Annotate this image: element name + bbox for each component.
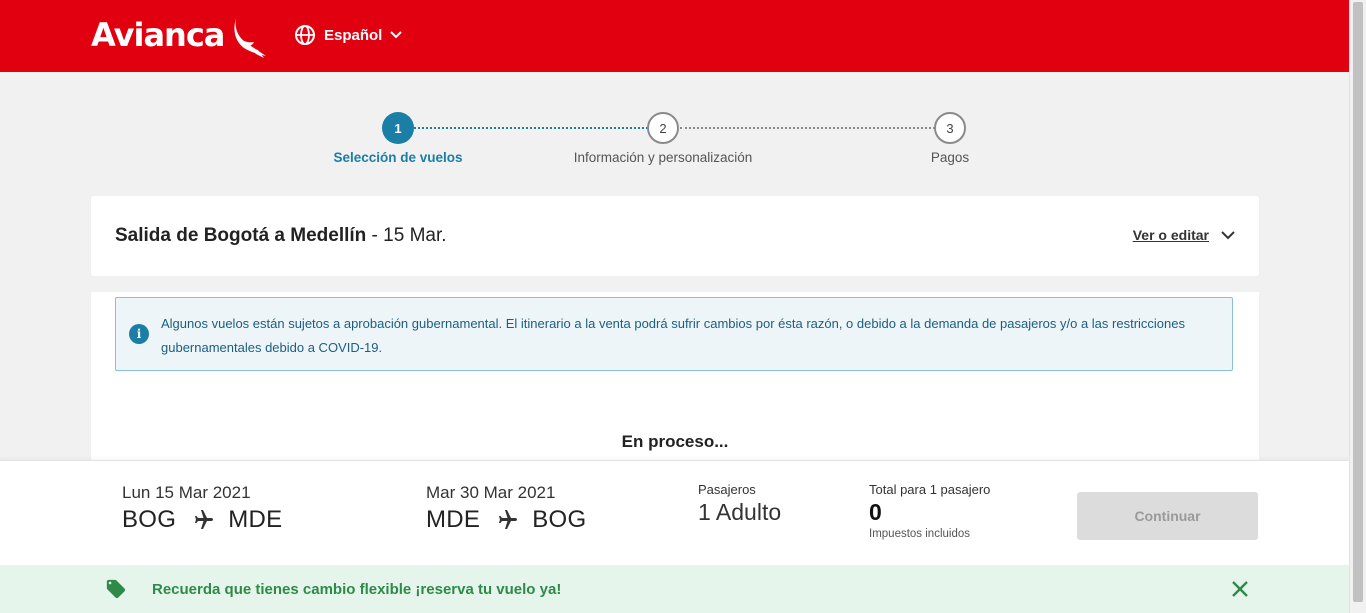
return-route: MDE BOG	[426, 506, 586, 534]
close-icon[interactable]	[1230, 579, 1250, 599]
passengers-summary: Pasajeros 1 Adulto	[698, 482, 781, 526]
total-summary: Total para 1 pasajero 0 Impuestos inclui…	[869, 482, 990, 540]
return-destination: BOG	[532, 506, 587, 533]
processing-status: En proceso...	[621, 432, 729, 451]
view-edit-button[interactable]: Ver o editar	[1133, 227, 1235, 243]
airplane-icon	[499, 510, 518, 529]
scrollbar-thumb[interactable]	[1353, 2, 1363, 602]
outbound-route: BOG MDE	[122, 506, 282, 534]
step-1-circle: 1	[382, 112, 414, 144]
outbound-leg: Lun 15 Mar 2021 BOG MDE	[122, 483, 282, 534]
bird-logo-icon	[234, 18, 267, 58]
continue-button[interactable]: Continuar	[1077, 492, 1258, 540]
step-1-label: Selección de vuelos	[333, 150, 463, 165]
alert-text: Algunos vuelos están sujetos a aprobació…	[161, 316, 1185, 355]
covid-info-alert: i Algunos vuelos están sujetos a aprobac…	[115, 297, 1233, 371]
flexible-change-banner: Recuerda que tienes cambio flexible ¡res…	[0, 565, 1349, 613]
info-icon: i	[129, 324, 149, 344]
globe-icon	[295, 25, 315, 45]
step-2-circle: 2	[647, 112, 679, 144]
top-header: Avianca Español	[0, 0, 1349, 72]
step-connector	[680, 127, 935, 129]
page-scrollbar[interactable]	[1349, 0, 1366, 613]
passengers-label: Pasajeros	[698, 482, 756, 497]
language-selector[interactable]: Español	[294, 24, 403, 46]
total-price: 0	[869, 499, 882, 525]
step-3-label: Pagos	[930, 150, 970, 165]
passengers-value: 1 Adulto	[698, 499, 782, 525]
flight-results-panel: i Algunos vuelos están sujetos a aprobac…	[91, 292, 1259, 462]
outbound-date: Lun 15 Mar 2021	[122, 483, 251, 502]
brand-name: Avianca	[91, 16, 225, 54]
booking-summary-bar: Lun 15 Mar 2021 BOG MDE Mar 30 Mar 2021 …	[0, 460, 1349, 565]
route-summary-card: Salida de Bogotá a Medellín - 15 Mar. Ve…	[91, 196, 1259, 276]
airplane-icon	[195, 510, 214, 529]
booking-stepper: 1 2 3 Selección de vuelos Información y …	[0, 112, 1349, 172]
step-connector	[414, 127, 648, 129]
chevron-down-icon	[1221, 230, 1235, 239]
return-leg: Mar 30 Mar 2021 MDE BOG	[426, 483, 586, 534]
taxes-note: Impuestos incluidos	[869, 528, 970, 540]
promo-text: Recuerda que tienes cambio flexible ¡res…	[152, 581, 562, 598]
return-origin: MDE	[426, 506, 481, 533]
outbound-origin: BOG	[122, 506, 177, 533]
total-label: Total para 1 pasajero	[869, 482, 991, 497]
avianca-logo[interactable]: Avianca	[91, 14, 268, 58]
tag-icon	[106, 579, 126, 599]
outbound-destination: MDE	[228, 506, 283, 533]
return-date: Mar 30 Mar 2021	[426, 483, 556, 502]
view-edit-label[interactable]: Ver o editar	[1133, 227, 1209, 243]
route-title: Salida de Bogotá a Medellín - 15 Mar.	[115, 225, 447, 246]
step-3-circle: 3	[934, 112, 966, 144]
step-2-label: Información y personalización	[573, 150, 753, 165]
chevron-down-icon	[390, 31, 403, 39]
language-label: Español	[324, 26, 383, 44]
